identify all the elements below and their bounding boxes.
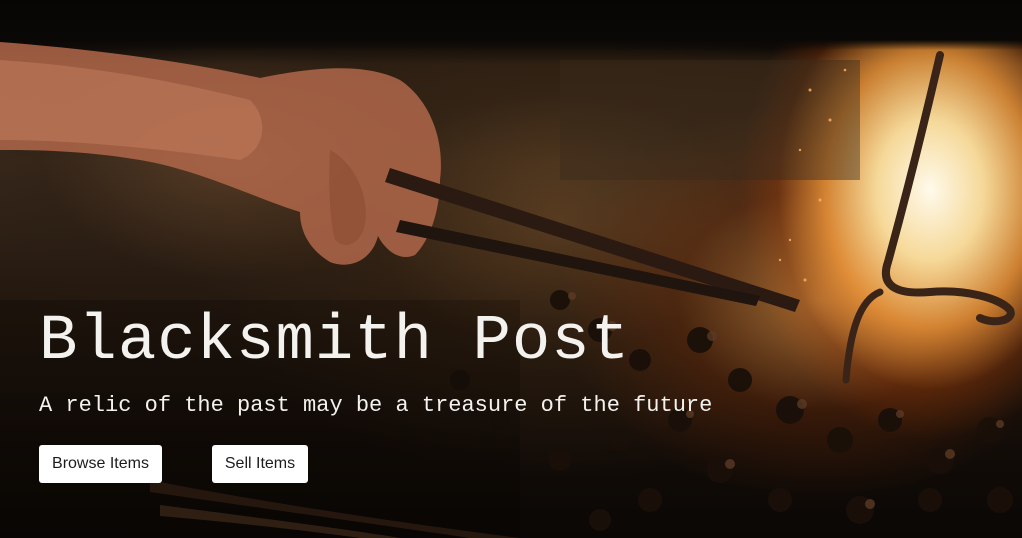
tagline: A relic of the past may be a treasure of… — [39, 393, 713, 418]
page-title: Blacksmith Post — [39, 306, 631, 378]
sell-items-button[interactable]: Sell Items — [212, 445, 308, 483]
hero-section: Blacksmith Post A relic of the past may … — [0, 0, 1022, 538]
browse-items-button[interactable]: Browse Items — [39, 445, 162, 483]
